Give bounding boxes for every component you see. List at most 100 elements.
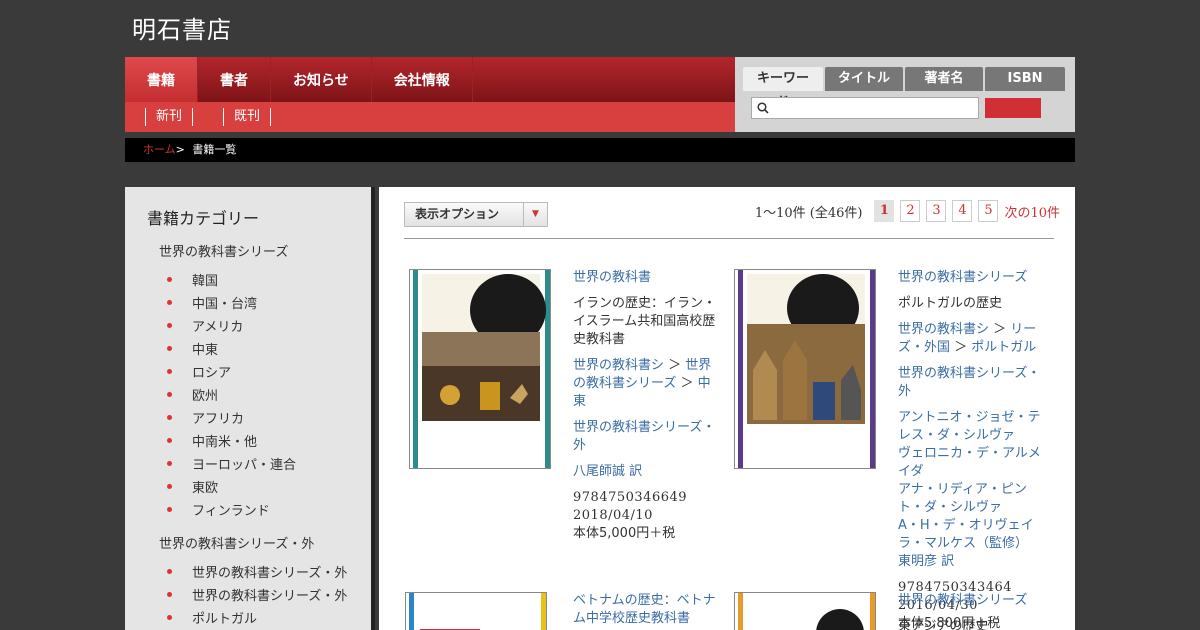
page-link-current[interactable]: 1 (874, 200, 895, 222)
author-link[interactable]: A・H・デ・オリヴェイラ・マルケス（監修） (898, 517, 1048, 553)
bullet-icon (167, 346, 172, 351)
book-title[interactable]: ポルトガルの歴史 (898, 295, 1048, 313)
display-options-button[interactable]: 表示オプション ▼ (404, 202, 548, 227)
sidebar-item[interactable]: ヨーロッパ・連合 (167, 452, 349, 475)
author-link[interactable]: アントニオ・ジョゼ・テレス・ダ・シルヴァ (898, 409, 1048, 445)
sidebar: 書籍カテゴリー 世界の教科書シリーズ 韓国 中国・台湾 アメリカ 中東 ロシア … (125, 187, 375, 630)
bullet-icon (167, 392, 172, 397)
sidebar-list: 世界の教科書シリーズ・外 世界の教科書シリーズ・外 ポルトガル (167, 560, 349, 629)
book-series-link[interactable]: 世界の教科書 (573, 269, 718, 287)
sidebar-item[interactable]: 世界の教科書シリーズ・外 (167, 583, 349, 606)
cover-art (735, 270, 875, 468)
cover-art (410, 270, 550, 468)
cover-art (406, 593, 546, 630)
breadcrumb-separator: > (175, 143, 185, 156)
nav-authors[interactable]: 書者 (198, 57, 271, 102)
book-isbn: 9784750346649 (573, 490, 688, 505)
author-link[interactable]: 東明彦 訳 (898, 553, 1048, 571)
sidebar-item[interactable]: 中南米・他 (167, 429, 349, 452)
search-tab-title[interactable]: タイトル (825, 67, 903, 91)
bullet-icon (167, 415, 172, 420)
bullet-icon (167, 300, 172, 305)
sidebar-item[interactable]: 中東 (167, 337, 349, 360)
divider (404, 238, 1054, 239)
category-link[interactable]: 世界の教科書シ (898, 322, 989, 337)
page-link[interactable]: 2 (900, 200, 921, 222)
bullet-icon (167, 461, 172, 466)
book-title-link[interactable]: ベトナムの歴史：ベトナム中学校歴史教科書 (573, 592, 718, 628)
book-series-link[interactable]: 世界の教科書シリーズ (898, 592, 1048, 610)
bullet-icon (167, 438, 172, 443)
category-link[interactable]: 世界の教科書シ (573, 358, 664, 373)
bullet-icon (167, 592, 172, 597)
breadcrumb: ホーム> 書籍一覧 (125, 138, 1075, 162)
sidebar-list: 韓国 中国・台湾 アメリカ 中東 ロシア 欧州 アフリカ 中南米・他 ヨーロッパ… (167, 268, 349, 521)
book-title[interactable]: イランの歴史：イラン・イスラーム共和国高校歴史教科書 (573, 295, 718, 349)
bullet-icon (167, 369, 172, 374)
bullet-icon (167, 323, 172, 328)
sidebar-item[interactable]: 韓国 (167, 268, 349, 291)
author-link[interactable]: ヴェロニカ・デ・アルメイダ (898, 445, 1048, 481)
sidebar-item[interactable]: アフリカ (167, 406, 349, 429)
nav-news[interactable]: お知らせ (271, 57, 372, 102)
sidebar-item[interactable]: 世界の教科書シリーズ・外 (167, 560, 349, 583)
nav-books[interactable]: 書籍 (125, 57, 198, 102)
nav-company[interactable]: 会社情報 (372, 57, 473, 102)
sidebar-item[interactable]: アメリカ (167, 314, 349, 337)
book-cover-image[interactable] (734, 269, 876, 469)
bullet-icon (167, 277, 172, 282)
book-info: 世界の教科書シリーズ ポルトガルの歴史 世界の教科書シ ＞ リーズ・外国 ＞ ポ… (898, 269, 1048, 630)
sidebar-title: 書籍カテゴリー (147, 209, 260, 228)
search-panel: キーワード タイトル 著者名 ISBN (735, 57, 1075, 132)
sidebar-item[interactable]: 東欧 (167, 475, 349, 498)
next-page-link[interactable]: 次の10件 (1004, 202, 1060, 221)
subject-link[interactable]: 世界の教科書シリーズ・外 (573, 419, 718, 455)
book-date: 2018/04/10 (573, 508, 653, 523)
search-tab-author[interactable]: 著者名 (905, 67, 983, 91)
main-nav: 書籍 書者 お知らせ 会社情報 新刊 既刊 (125, 57, 735, 132)
page-link[interactable]: 5 (978, 200, 999, 222)
author-link[interactable]: アナ・リディア・ピント・ダ・シルヴァ (898, 481, 1048, 517)
caret-down-icon: ▼ (523, 203, 547, 226)
main-content: 表示オプション ▼ 1～10件 (全46件) 1 2 3 4 5 次の10件 世… (379, 187, 1075, 630)
sidebar-item[interactable]: ロシア (167, 360, 349, 383)
sidebar-group-label[interactable]: 世界の教科書シリーズ・外 (159, 533, 349, 552)
subject-link[interactable]: 世界の教科書シリーズ・外 (898, 365, 1048, 401)
pagination: 1～10件 (全46件) 1 2 3 4 5 次の10件 (755, 200, 1060, 222)
breadcrumb-home[interactable]: ホーム (143, 143, 176, 156)
breadcrumb-current: 書籍一覧 (192, 143, 237, 156)
author-link[interactable]: 八尾師誠 訳 (573, 463, 718, 481)
book-cover-image[interactable] (409, 269, 551, 469)
book-cover-image[interactable] (734, 592, 876, 630)
search-input[interactable] (773, 99, 978, 117)
search-field (751, 97, 979, 119)
search-icon (757, 102, 769, 114)
book-series-link[interactable]: 世界の教科書シリーズ (898, 269, 1048, 287)
subnav-new[interactable]: 新刊 (145, 108, 194, 126)
book-price: 本体5,000円＋税 (573, 526, 676, 541)
site-logo[interactable]: 明石書店 (132, 10, 232, 45)
book-info: 世界の教科書 イランの歴史：イラン・イスラーム共和国高校歴史教科書 世界の教科書… (573, 269, 718, 541)
page-link[interactable]: 4 (952, 200, 973, 222)
sidebar-item[interactable]: 欧州 (167, 383, 349, 406)
category-link[interactable]: ポルトガル (971, 340, 1036, 355)
page-link[interactable]: 3 (926, 200, 947, 222)
book-title[interactable]: 東アジアの歴史 (898, 618, 1048, 630)
book-cover-image[interactable] (405, 592, 547, 630)
sidebar-item[interactable]: 中国・台湾 (167, 291, 349, 314)
bullet-icon (167, 484, 172, 489)
sidebar-group-label[interactable]: 世界の教科書シリーズ (159, 241, 349, 260)
cover-art (735, 593, 875, 630)
bullet-icon (167, 569, 172, 574)
subnav-backlist[interactable]: 既刊 (223, 108, 272, 126)
bullet-icon (167, 507, 172, 512)
book-info: ベトナムの歴史：ベトナム中学校歴史教科書 (573, 592, 718, 628)
sidebar-item[interactable]: ポルトガル (167, 606, 349, 629)
bullet-icon (167, 615, 172, 620)
search-button[interactable] (985, 98, 1041, 118)
search-tab-keyword[interactable]: キーワード (743, 67, 823, 110)
sidebar-item[interactable]: フィンランド (167, 498, 349, 521)
book-info: 世界の教科書シリーズ 東アジアの歴史 (898, 592, 1048, 630)
result-count: 1～10件 (全46件) (754, 205, 863, 221)
search-tab-isbn[interactable]: ISBN (985, 67, 1065, 91)
